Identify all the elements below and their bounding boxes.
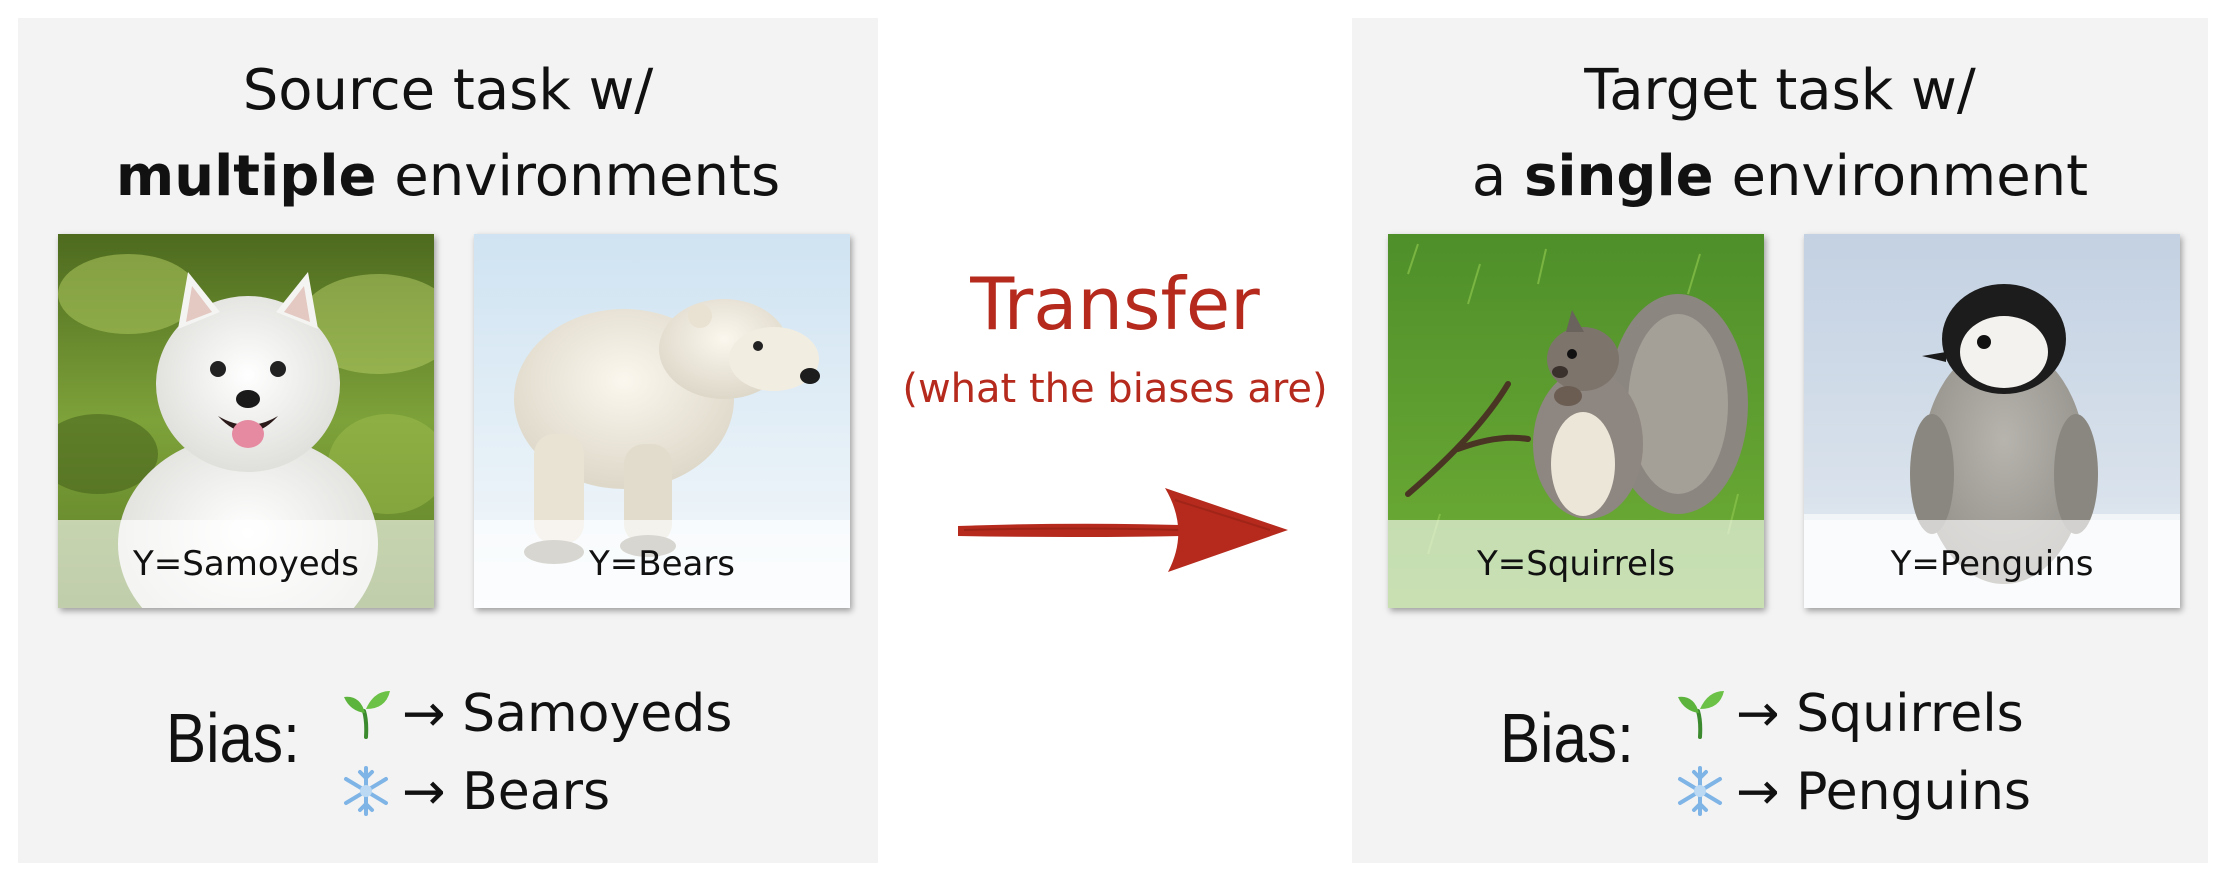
source-bias-snow-text: → Bears xyxy=(402,762,611,822)
target-bias-row-snow: → Penguins xyxy=(1674,762,2031,822)
source-task-panel: Source task w/ multiple environments Y=S… xyxy=(18,18,878,863)
source-title-bold: multiple xyxy=(115,144,377,209)
source-title-rest: environments xyxy=(376,144,781,209)
target-bias-label: Bias: xyxy=(1500,699,1634,777)
target-bias-row-grass: → Squirrels xyxy=(1674,684,2024,744)
source-bias-label: Bias: xyxy=(166,699,300,777)
squirrel-image: Y=Squirrels xyxy=(1388,234,1764,608)
snowflake-icon xyxy=(1678,766,1722,816)
figure: Source task w/ multiple environments Y=S… xyxy=(0,0,2226,886)
transfer-arrow-icon xyxy=(958,488,1288,572)
bears-caption: Y=Bears xyxy=(474,520,850,608)
transfer-subtitle: (what the biases are) xyxy=(902,366,1328,412)
snowflake-icon xyxy=(344,766,388,816)
penguins-caption: Y=Penguins xyxy=(1804,520,2180,608)
transfer-title: Transfer xyxy=(970,262,1260,346)
source-title-line2: multiple environments xyxy=(18,134,878,220)
source-bias-row-snow: → Bears xyxy=(340,762,610,822)
source-title-line1: Source task w/ xyxy=(242,58,654,123)
source-panel-title: Source task w/ multiple environments xyxy=(18,48,878,220)
target-task-panel: Target task w/ a single environment Y=Sq… xyxy=(1352,18,2208,863)
penguin-image: Y=Penguins xyxy=(1804,234,2180,608)
target-title-prefix: a xyxy=(1471,144,1524,209)
samoyed-caption: Y=Samoyeds xyxy=(58,520,434,608)
target-title-line1: Target task w/ xyxy=(1584,58,1976,123)
target-title-rest: environment xyxy=(1713,144,2089,209)
polar-bear-image: Y=Bears xyxy=(474,234,850,608)
target-bias-snow-text: → Penguins xyxy=(1736,762,2032,822)
target-title-line2: a single environment xyxy=(1352,134,2208,220)
target-bias-grass-text: → Squirrels xyxy=(1736,684,2024,744)
target-panel-title: Target task w/ a single environment xyxy=(1352,48,2208,220)
source-bias-grass-text: → Samoyeds xyxy=(402,684,733,744)
source-bias-row-grass: → Samoyeds xyxy=(340,684,732,744)
samoyed-image: Y=Samoyeds xyxy=(58,234,434,608)
squirrels-caption: Y=Squirrels xyxy=(1388,520,1764,608)
seedling-icon xyxy=(1678,691,1724,739)
seedling-icon xyxy=(344,691,390,739)
target-title-bold: single xyxy=(1524,144,1714,209)
